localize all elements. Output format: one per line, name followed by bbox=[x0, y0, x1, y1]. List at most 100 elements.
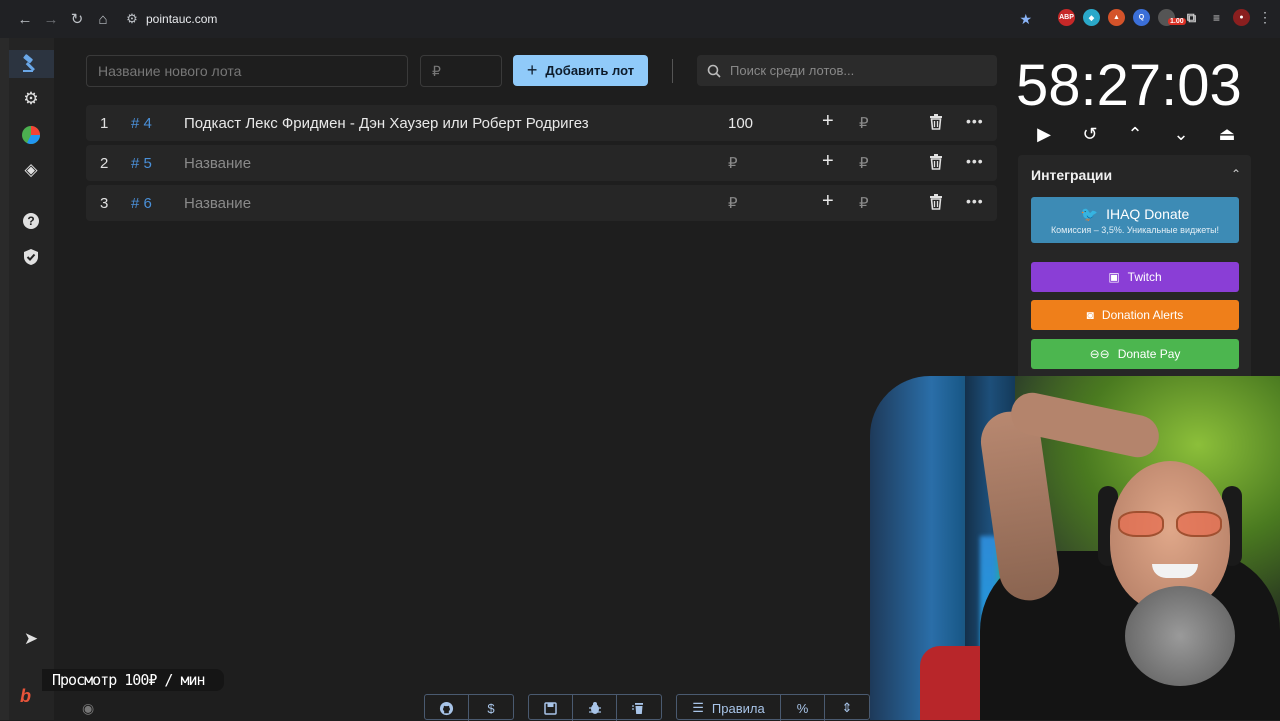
extension-badge: 1.00 bbox=[1168, 18, 1186, 25]
ihaq-donate-button[interactable]: 🐦 IHAQ Donate Комиссия – 3,5%. Уникальные… bbox=[1031, 197, 1239, 243]
ihaq-subtitle: Комиссия – 3,5%. Уникальные виджеты! bbox=[1050, 224, 1220, 235]
rules-button[interactable]: ☰ Правила bbox=[677, 695, 781, 721]
lot-name[interactable]: Подкаст Лекс Фридмен - Дэн Хаузер или Ро… bbox=[184, 115, 589, 132]
percent-label: % bbox=[796, 700, 809, 716]
statistics-pie-icon[interactable] bbox=[20, 124, 42, 146]
home-icon[interactable]: ⌂ bbox=[90, 6, 116, 32]
more-options-icon[interactable]: ••• bbox=[966, 153, 984, 169]
lot-id[interactable]: # 4 bbox=[131, 115, 152, 132]
settings-gear-icon[interactable]: ⚙ bbox=[20, 88, 42, 110]
add-amount-plus-icon[interactable]: + bbox=[822, 190, 834, 213]
sidebar: ⚙ ◈ ? ➤ bbox=[9, 38, 54, 720]
lot-name[interactable]: Название bbox=[184, 155, 251, 172]
lot-index: 1 bbox=[100, 114, 109, 132]
lot-index: 2 bbox=[100, 154, 109, 172]
donate-pay-button[interactable]: ⊖⊖ Donate Pay bbox=[1031, 339, 1239, 369]
more-options-icon[interactable]: ••• bbox=[966, 193, 984, 209]
reload-icon[interactable]: ↻ bbox=[64, 6, 90, 32]
search-input[interactable]: Поиск среди лотов... bbox=[697, 55, 997, 86]
lot-amount[interactable]: ₽ bbox=[728, 194, 738, 212]
browser-menu-icon[interactable]: ⋮ bbox=[1258, 9, 1272, 26]
webcam-microphone bbox=[1125, 586, 1235, 686]
back-icon[interactable]: ← bbox=[12, 6, 38, 32]
donate-dollar-button[interactable]: $ bbox=[469, 695, 513, 721]
new-lot-name-input[interactable]: Название нового лота bbox=[86, 55, 408, 87]
adblock-extension-icon[interactable]: ABP bbox=[1058, 9, 1075, 26]
layers-icon[interactable]: ◈ bbox=[20, 159, 42, 181]
q-extension-icon[interactable]: Q bbox=[1133, 9, 1150, 26]
play-icon[interactable]: ▶ bbox=[1032, 122, 1056, 146]
github-icon[interactable] bbox=[425, 695, 469, 721]
collapse-chevron-icon[interactable]: ⌃ bbox=[1231, 167, 1241, 181]
twitch-button[interactable]: ▣ Twitch bbox=[1031, 262, 1239, 292]
donate-pay-icon: ⊖⊖ bbox=[1089, 347, 1110, 361]
help-icon[interactable]: ? bbox=[20, 210, 42, 232]
more-options-icon[interactable]: ••• bbox=[966, 113, 984, 129]
profile-avatar[interactable]: ● bbox=[1233, 9, 1250, 26]
shield-extension-icon[interactable]: ◆ bbox=[1083, 9, 1100, 26]
svg-text:?: ? bbox=[27, 214, 34, 228]
reset-timer-icon[interactable]: ↺ bbox=[1078, 122, 1102, 146]
delete-trash-icon[interactable] bbox=[929, 114, 943, 130]
percent-button[interactable]: % bbox=[781, 695, 825, 721]
chevron-down-icon[interactable]: ⌄ bbox=[1169, 122, 1193, 146]
view-price-overlay: Просмотр 100₽ / мин bbox=[42, 669, 224, 691]
bottom-toolbar: $ ☰ Правила % ⇕ bbox=[424, 694, 884, 721]
donation-alerts-label: Donation Alerts bbox=[1101, 308, 1184, 322]
webcam-overlay bbox=[870, 376, 1280, 720]
webcam-glasses bbox=[1118, 511, 1226, 537]
counter-extension-icon[interactable]: 1.00 bbox=[1158, 9, 1186, 26]
webcam-smile bbox=[1152, 564, 1198, 578]
ihaq-logo-icon: 🐦 bbox=[1080, 205, 1099, 222]
fox-extension-icon[interactable]: ▲ bbox=[1108, 9, 1125, 26]
main-content: Название нового лота ₽ + Добавить лот По… bbox=[54, 38, 1009, 720]
toolbar-divider bbox=[672, 59, 673, 83]
lot-row[interactable]: 1 # 4 Подкаст Лекс Фридмен - Дэн Хаузер … bbox=[86, 105, 997, 141]
add-lot-button[interactable]: + Добавить лот bbox=[513, 55, 648, 86]
browser-nav: ← → ↻ ⌂ bbox=[12, 6, 116, 32]
delete-trash-icon[interactable] bbox=[929, 194, 943, 210]
bottom-group-view: ☰ Правила % ⇕ bbox=[676, 694, 870, 721]
bug-icon[interactable] bbox=[573, 695, 617, 721]
save-icon[interactable] bbox=[529, 695, 573, 721]
extra-amount-input[interactable]: ₽ bbox=[859, 194, 869, 212]
url-text[interactable]: pointauc.com bbox=[146, 12, 217, 26]
telegram-icon[interactable]: ➤ bbox=[20, 628, 42, 650]
lot-amount[interactable]: ₽ bbox=[728, 154, 738, 172]
bottom-group-links: $ bbox=[424, 694, 514, 721]
browser-toolbar: ← → ↻ ⌂ ⚙ pointauc.com ★ ABP ◆ ▲ Q 1.00 … bbox=[0, 0, 1280, 38]
lot-row[interactable]: 3 # 6 Название ₽ + ₽ ••• bbox=[86, 185, 997, 221]
search-placeholder: Поиск среди лотов... bbox=[730, 63, 855, 78]
new-lot-amount-input[interactable]: ₽ bbox=[420, 55, 502, 87]
lot-index: 3 bbox=[100, 194, 109, 212]
donation-alerts-button[interactable]: ◙ Donation Alerts bbox=[1031, 300, 1239, 330]
forward-icon[interactable]: → bbox=[38, 6, 64, 32]
eye-icon[interactable]: ◉ bbox=[82, 700, 94, 717]
compress-rows-icon[interactable]: ⇕ bbox=[825, 695, 869, 721]
rules-list-icon: ☰ bbox=[692, 700, 704, 715]
lot-amount[interactable]: 100 bbox=[728, 115, 753, 132]
lot-row[interactable]: 2 # 5 Название ₽ + ₽ ••• bbox=[86, 145, 997, 181]
ihaq-label: IHAQ Donate bbox=[1106, 206, 1190, 222]
shield-check-icon[interactable] bbox=[20, 246, 42, 268]
add-amount-plus-icon[interactable]: + bbox=[822, 110, 834, 133]
integrations-title: Интеграции bbox=[1031, 167, 1113, 183]
chevron-up-icon[interactable]: ⌃ bbox=[1123, 122, 1147, 146]
lot-name[interactable]: Название bbox=[184, 195, 251, 212]
clear-list-icon[interactable] bbox=[617, 695, 661, 721]
rules-label: Правила bbox=[711, 700, 765, 716]
double-chevron-up-icon[interactable]: ⏏ bbox=[1215, 122, 1239, 146]
site-settings-icon[interactable]: ⚙ bbox=[122, 11, 142, 27]
add-amount-plus-icon[interactable]: + bbox=[822, 150, 834, 173]
bookmark-star-icon[interactable]: ★ bbox=[1019, 11, 1032, 28]
lot-id[interactable]: # 6 bbox=[131, 195, 152, 212]
extra-amount-input[interactable]: ₽ bbox=[859, 154, 869, 172]
donate-pay-label: Donate Pay bbox=[1117, 347, 1181, 361]
lot-id[interactable]: # 5 bbox=[131, 155, 152, 172]
media-control-icon[interactable]: ≡ bbox=[1208, 9, 1225, 26]
gavel-auction-icon[interactable] bbox=[20, 53, 42, 75]
extra-amount-input[interactable]: ₽ bbox=[859, 114, 869, 132]
delete-trash-icon[interactable] bbox=[929, 154, 943, 170]
extensions-area: ABP ◆ ▲ Q 1.00 ⧉ ≡ ● bbox=[1058, 9, 1250, 26]
address-bar[interactable]: ⚙ pointauc.com ★ bbox=[122, 5, 1032, 33]
